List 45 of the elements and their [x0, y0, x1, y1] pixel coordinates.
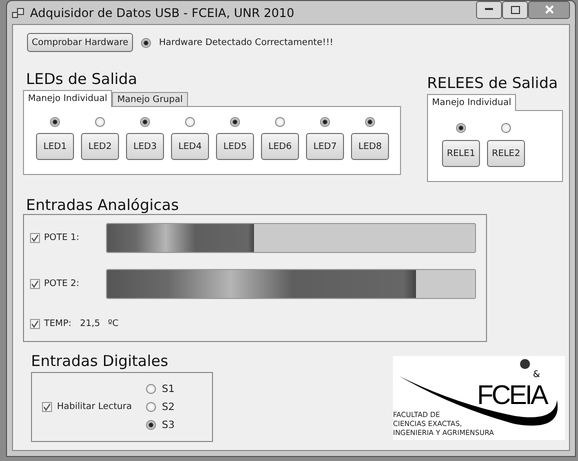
input-label: POTE 2:: [44, 279, 80, 289]
radio-button[interactable]: [146, 384, 156, 394]
input-label: POTE 1:: [44, 233, 80, 243]
minimize-icon: [485, 8, 493, 11]
tab[interactable]: Manejo Individual: [427, 94, 516, 111]
section-heading: Entradas Analógicas: [26, 196, 180, 214]
led-button[interactable]: LED7: [306, 133, 344, 160]
led-button[interactable]: LED3: [126, 133, 164, 160]
radio-button[interactable]: [146, 420, 156, 430]
app-icon: [12, 8, 24, 18]
minimize-button[interactable]: [476, 0, 502, 18]
radio-label: S1: [162, 384, 175, 394]
maximize-icon: [510, 6, 520, 14]
checkbox-label: Habilitar Lectura: [57, 402, 132, 412]
section-heading: RELEES de Salida: [427, 74, 559, 92]
tab[interactable]: Manejo Grupal: [112, 92, 188, 107]
led-button[interactable]: LED8: [351, 133, 389, 160]
led-button[interactable]: LED6: [261, 133, 299, 160]
relay-button[interactable]: RELE2: [487, 140, 525, 167]
temperature-value: 21,5: [80, 319, 100, 329]
status-text: Hardware Detectado Correctamente!!!: [159, 38, 334, 48]
led-button[interactable]: LED2: [81, 133, 119, 160]
checkbox[interactable]: [42, 402, 52, 412]
logo-name: FCEIA: [477, 380, 547, 411]
close-button[interactable]: [528, 0, 570, 18]
section-heading: LEDs de Salida: [26, 70, 138, 88]
led-button[interactable]: LED4: [171, 133, 209, 160]
check-hardware-button[interactable]: Comprobar Hardware: [27, 33, 133, 52]
radio-button[interactable]: [146, 402, 156, 412]
input-label: TEMP:: [44, 319, 72, 329]
window-title: Adquisidor de Datos USB - FCEIA, UNR 2010: [30, 6, 294, 20]
close-icon: [544, 5, 554, 14]
radio-label: S3: [162, 420, 175, 430]
led-button[interactable]: LED1: [36, 133, 74, 160]
logo-ampersand: &: [533, 370, 540, 380]
checkbox[interactable]: [30, 279, 40, 289]
led-button[interactable]: LED5: [216, 133, 254, 160]
radio-label: S2: [162, 402, 175, 412]
maximize-button[interactable]: [502, 0, 528, 18]
temperature-unit: ºC: [108, 319, 119, 329]
tab[interactable]: Manejo Individual: [23, 90, 112, 107]
section-heading: Entradas Digitales: [31, 352, 170, 370]
checkbox[interactable]: [30, 233, 40, 243]
relay-button[interactable]: RELE1: [442, 140, 480, 167]
checkbox[interactable]: [30, 319, 40, 329]
